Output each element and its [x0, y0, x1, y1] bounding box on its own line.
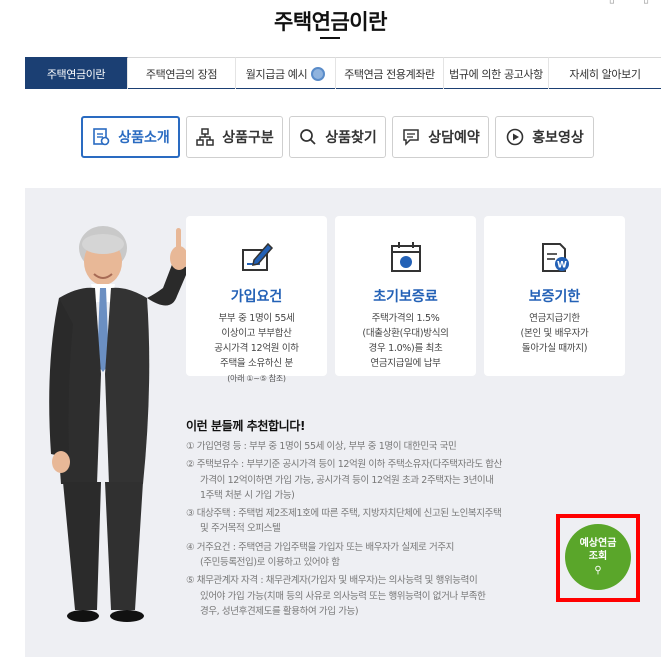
svg-text:W: W — [557, 261, 567, 271]
tab-benefits[interactable]: 주택연금의 장점 — [128, 57, 236, 89]
calendar-icon — [391, 242, 421, 272]
recommend-title: 이런 분들께 추천합니다! — [186, 419, 306, 433]
page-title: 주택연금이란 — [274, 10, 387, 34]
title-underline — [320, 37, 340, 39]
play-icon — [506, 128, 524, 146]
main-tabs: 주택연금이란 주택연금의 장점 월지급금 예시 주택연금 전용계좌란 법규에 의… — [25, 57, 661, 89]
won-document-icon: W — [542, 243, 569, 272]
chat-icon — [403, 129, 419, 146]
tab-legal-notice[interactable]: 법규에 의한 공고사항 — [444, 57, 549, 89]
product-doc-icon — [93, 128, 110, 146]
top-utility-icons: ▯ ▯ — [609, 0, 649, 5]
share-icon[interactable]: ▯ — [609, 0, 615, 5]
card-body: 주택가격의 1.5% (대출상환(우대)방식의 경우 1.0%)를 최초 연금지… — [362, 313, 449, 369]
card-body: 연금지급기한 (본인 및 배우자가 돌아가실 때까지) — [520, 313, 589, 354]
card-title: 초기보증료 — [373, 289, 438, 305]
tab-more-info[interactable]: 자세히 알아보기 — [549, 57, 661, 89]
card-join-requirements: 가입요건 부부 중 1명이 55세 이상이고 부부합산 공시가격 12억원 이하… — [186, 216, 327, 383]
list-item: ② 주택보유수 : 부부기준 공시가격 등이 12억원 이하 주택소유자(다주택… — [186, 459, 502, 501]
subtab-product-type[interactable]: 상품구분 — [186, 116, 283, 158]
list-item: ⑤ 채무관계자 자격 : 채무관계자(가입자 및 배우자)는 의사능력 및 행위… — [186, 575, 486, 617]
tab-monthly-example[interactable]: 월지급금 예시 — [236, 57, 336, 89]
medal-icon — [311, 66, 326, 81]
tab-dedicated-account[interactable]: 주택연금 전용계좌란 — [336, 57, 444, 89]
presenter-illustration — [49, 226, 189, 622]
search-icon — [300, 129, 316, 145]
subtab-product-search[interactable]: 상품찾기 — [289, 116, 386, 158]
subtab-product-intro[interactable]: 상품소개 — [81, 116, 180, 158]
card-note: (아래 ①~⑤ 참조) — [227, 374, 286, 383]
card-body: 부부 중 1명이 55세 이상이고 부부합산 공시가격 12억원 이하 주택을 … — [194, 311, 319, 386]
pen-document-icon — [242, 242, 274, 271]
list-item: ① 가입연령 등 : 부부 중 1명이 55세 이상, 부부 중 1명이 대한민… — [186, 441, 457, 452]
subtab-promo-video[interactable]: 홍보영상 — [495, 116, 594, 158]
card-title: 보증기한 — [528, 289, 581, 305]
list-item: ④ 거주요건 : 주택연금 가입주택을 가입자 또는 배우자가 실제로 거주지 … — [186, 541, 455, 569]
recommend-list: ① 가입연령 등 : 부부 중 1명이 55세 이상, 부부 중 1명이 대한민… — [186, 439, 558, 622]
card-title: 가입요건 — [230, 289, 283, 305]
magnifier-icon: ⚲ — [594, 565, 602, 576]
predict-pension-button[interactable]: 예상연금 조회 ⚲ — [565, 524, 631, 590]
list-item: ③ 대상주택 : 주택법 제2조제1호에 따른 주택, 지방자치단체에 신고된 … — [186, 508, 502, 535]
hierarchy-icon — [196, 128, 214, 146]
subtab-consult-reservation[interactable]: 상담예약 — [392, 116, 489, 158]
tab-intro[interactable]: 주택연금이란 — [25, 57, 128, 89]
card-guarantee-period: W 보증기한 연금지급기한 (본인 및 배우자가 돌아가실 때까지) — [484, 216, 625, 376]
card-initial-fee: 초기보증료 주택가격의 1.5% (대출상환(우대)방식의 경우 1.0%)를 … — [335, 216, 476, 376]
print-icon[interactable]: ▯ — [643, 0, 649, 5]
sub-tabs: 상품소개 상품구분 상품찾기 상담예약 홍보영상 — [81, 116, 594, 158]
